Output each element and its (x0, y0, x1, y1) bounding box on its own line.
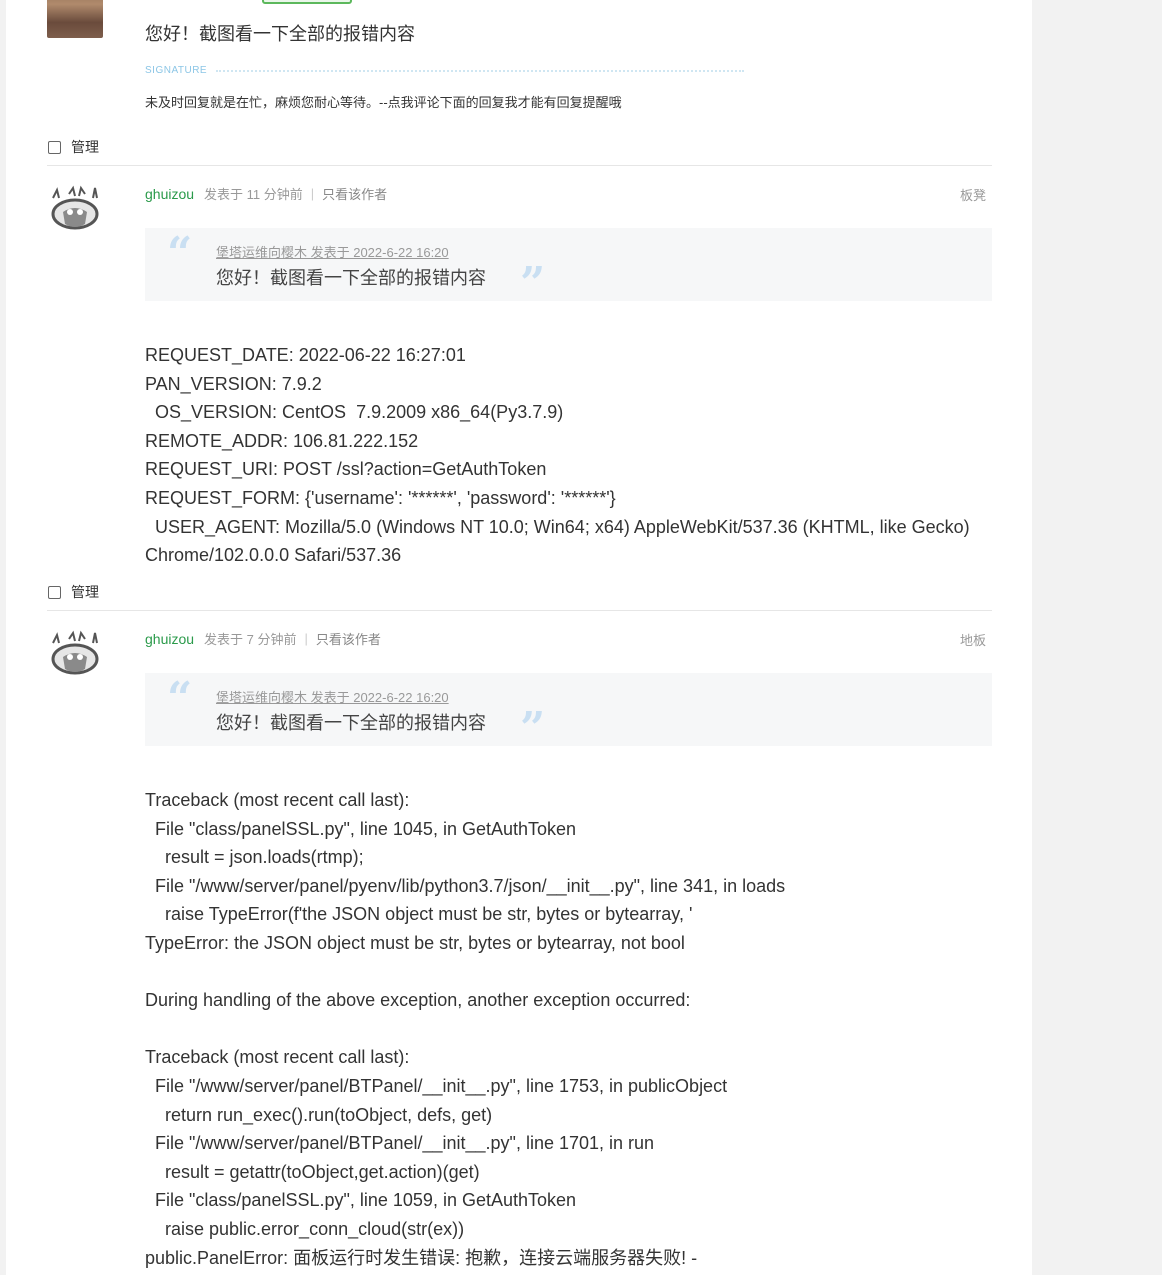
content-line: raise TypeError(f'the JSON object must b… (145, 904, 693, 925)
quote-text: 您好！截图看一下全部的报错内容 (216, 268, 486, 288)
manage-checkbox[interactable]: 管理 (48, 137, 99, 157)
post-content: Traceback (most recent call last): File … (145, 786, 1005, 1272)
content-line: OS_VERSION: CentOS 7.9.2009 x86_64(Py3.7… (145, 402, 564, 423)
post-divider (47, 610, 992, 611)
close-quote-icon: ” (520, 258, 546, 309)
quote-block: “ 堡塔运维向樱木 发表于 2022-6-22 16:20 您好！截图看一下全部… (145, 673, 992, 751)
signature-divider (216, 70, 744, 72)
only-author-link[interactable]: 只看该作者 (322, 184, 387, 203)
content-line: REQUEST_DATE: 2022-06-22 16:27:01 (145, 345, 466, 365)
forum-thread-page: 您好！截图看一下全部的报错内容 SIGNATURE 未及时回复就是在忙，麻烦您耐… (6, 0, 1032, 1275)
signature-label: SIGNATURE (145, 65, 208, 76)
content-line: PAN_VERSION: 7.9.2 (145, 373, 322, 394)
content-line: File "class/panelSSL.py", line 1045, in … (145, 818, 577, 839)
post-time: 发表于 11 分钟前 (204, 187, 303, 202)
content-line: REQUEST_URI: POST /ssl?action=GetAuthTok… (145, 459, 547, 480)
content-line: File "/www/server/panel/BTPanel/__init__… (145, 1133, 655, 1154)
post-divider (47, 165, 992, 166)
post-content: REQUEST_DATE: 2022-06-22 16:27:01 PAN_VE… (145, 341, 1005, 570)
checkbox-icon[interactable] (48, 585, 61, 599)
user-avatar[interactable] (47, 629, 103, 677)
manage-checkbox[interactable]: 管理 (48, 582, 99, 602)
content-line: Chrome/102.0.0.0 Safari/537.36 (145, 545, 402, 566)
user-badge (262, 0, 352, 4)
quote-block: “ 堡塔运维向樱木 发表于 2022-6-22 16:20 您好！截图看一下全部… (145, 228, 992, 306)
content-line: During handling of the above exception, … (145, 990, 691, 1011)
content-line: REQUEST_FORM: {'username': '******', 'pa… (145, 487, 616, 508)
content-line: File "/www/server/panel/BTPanel/__init__… (145, 1075, 728, 1096)
only-author-link[interactable]: 只看该作者 (316, 629, 381, 648)
content-line: Traceback (most recent call last): (145, 790, 410, 810)
content-line: public.PanelError: 面板运行时发生错误: 抱歉，连接云端服务器… (145, 1247, 698, 1268)
content-line: TypeError: the JSON object must be str, … (145, 932, 685, 953)
quote-header-link[interactable]: 堡塔运维向樱木 发表于 2022-6-22 16:20 (216, 242, 449, 261)
meta-separator: | (310, 186, 315, 201)
content-line: raise public.error_conn_cloud(str(ex)) (145, 1218, 465, 1239)
content-line: result = json.loads(rtmp); (145, 847, 364, 868)
content-line (145, 958, 1005, 987)
content-line: Traceback (most recent call last): (145, 1047, 410, 1068)
author-link[interactable]: ghuizou (145, 186, 194, 202)
signature-text: 未及时回复就是在忙，麻烦您耐心等待。--点我评论下面的回复我才能有回复提醒哦 (145, 95, 622, 110)
floor-number[interactable]: 板凳 (960, 185, 986, 204)
manage-label: 管理 (71, 139, 99, 155)
content-line: result = getattr(toObject,get.action)(ge… (145, 1161, 480, 1182)
quote-header-link[interactable]: 堡塔运维向樱木 发表于 2022-6-22 16:20 (216, 687, 449, 706)
open-quote-icon: “ (167, 673, 193, 724)
user-avatar[interactable] (47, 0, 103, 38)
manage-label: 管理 (71, 584, 99, 600)
content-line: REMOTE_ADDR: 106.81.222.152 (145, 430, 419, 451)
floor-number[interactable]: 地板 (960, 630, 986, 649)
content-line: File "class/panelSSL.py", line 1059, in … (145, 1190, 577, 1211)
checkbox-icon[interactable] (48, 140, 61, 154)
meta-separator: | (304, 631, 308, 646)
post-meta: ghuizou 发表于 7 分钟前 | 只看该作者 (145, 629, 381, 648)
content-line: return run_exec().run(toObject, defs, ge… (145, 1104, 493, 1125)
author-link[interactable]: ghuizou (145, 631, 194, 647)
close-quote-icon: ” (520, 703, 546, 754)
user-avatar[interactable] (47, 184, 103, 232)
content-line: File "/www/server/panel/pyenv/lib/python… (145, 875, 786, 896)
content-line: USER_AGENT: Mozilla/5.0 (Windows NT 10.0… (145, 516, 970, 537)
content-line (145, 1015, 1005, 1044)
post-meta: ghuizou 发表于 11 分钟前 | 只看该作者 (145, 184, 387, 203)
post-time: 发表于 7 分钟前 (204, 632, 297, 647)
quote-text: 您好！截图看一下全部的报错内容 (216, 713, 486, 733)
post-text: 您好！截图看一下全部的报错内容 (145, 24, 415, 44)
open-quote-icon: “ (167, 228, 193, 279)
